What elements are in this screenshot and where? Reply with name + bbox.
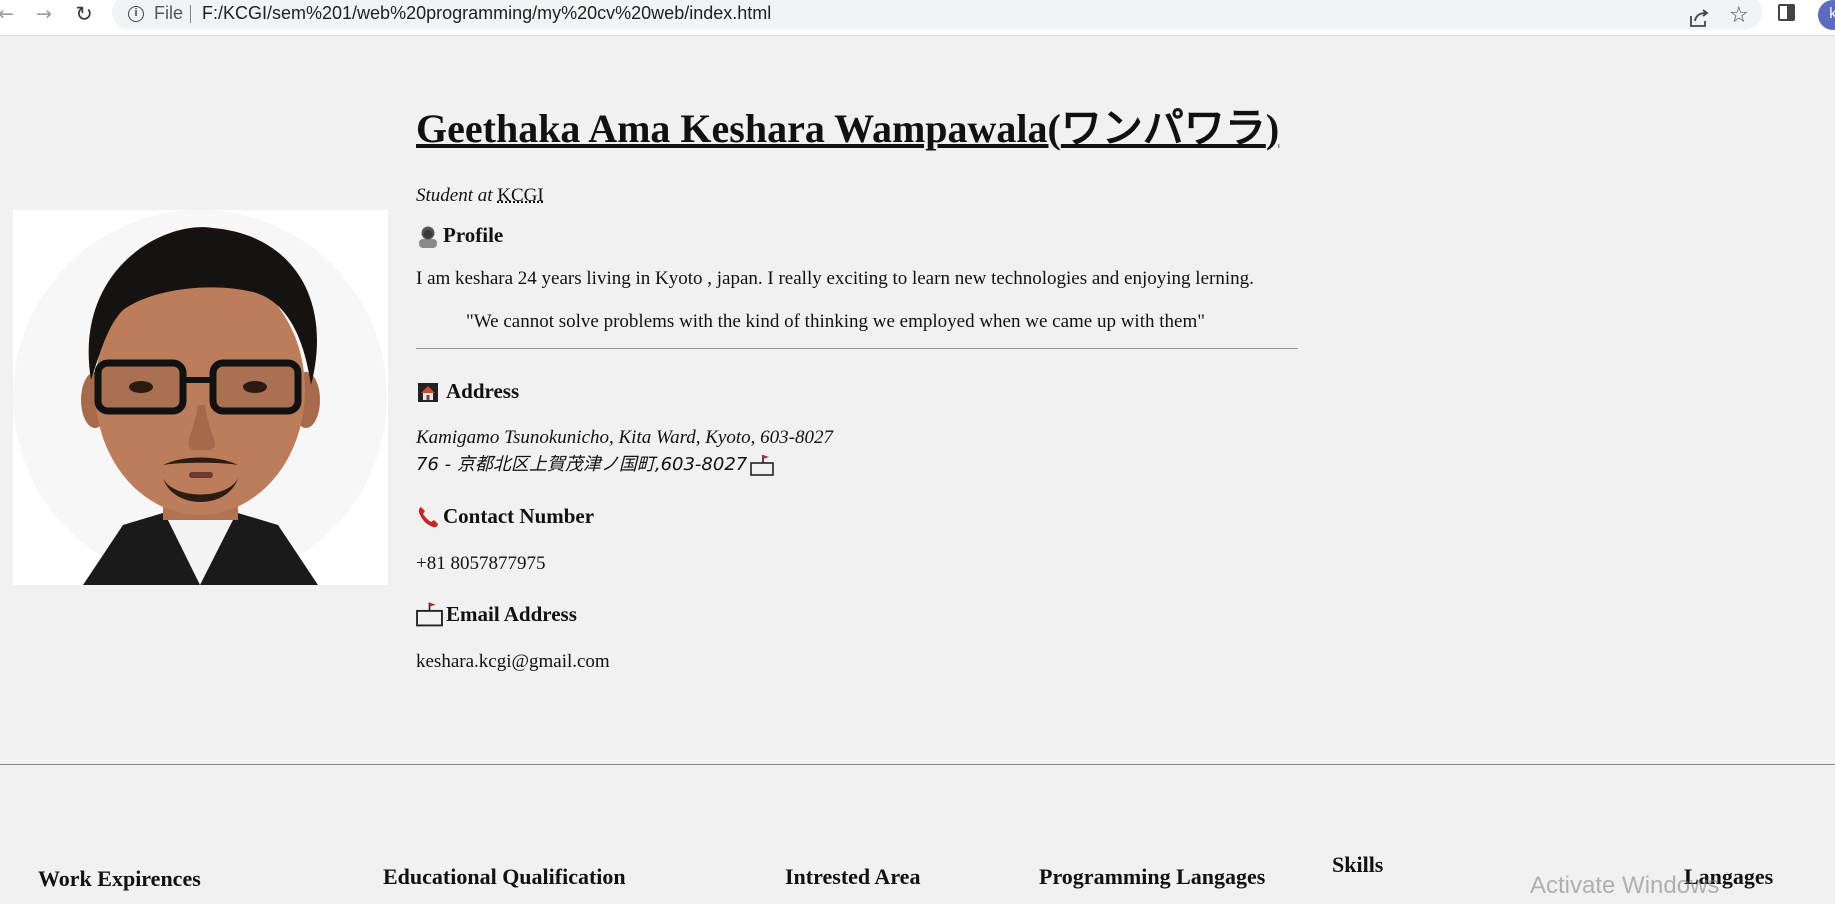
house-icon (418, 382, 438, 402)
email-heading: Email Address (416, 601, 1301, 627)
profile-avatar[interactable]: k (1818, 0, 1835, 30)
page-title: Geethaka Ama Keshara Wampawala(ワンパワラ) (416, 98, 1301, 159)
address-bar[interactable]: i File F:/KCGI/sem%201/web%20programming… (112, 0, 1762, 30)
address-line-english: Kamigamo Tsunokunicho, Kita Ward, Kyoto,… (416, 427, 833, 448)
subtitle-prefix: Student at (416, 185, 498, 206)
address-heading: Address (416, 379, 1301, 404)
side-panel-icon[interactable] (1778, 4, 1795, 21)
skills-heading: Skills (1332, 852, 1384, 877)
address-line-japanese: 76 - 京都北区上賀茂津ノ国町,603-8027 (416, 454, 748, 475)
activate-windows-watermark: Activate Windows (1530, 872, 1720, 899)
contact-heading: Contact Number (416, 504, 1301, 529)
person-icon (419, 226, 437, 248)
email-address[interactable]: keshara.kcgi@gmail.com (416, 651, 1301, 673)
name-japanese-text: ワンパワラ (1060, 104, 1266, 152)
name-text: Geethaka Ama Keshara Wampawala( (416, 106, 1061, 151)
reload-icon[interactable]: ↻ (70, 0, 98, 28)
address-block: Kamigamo Tsunokunicho, Kita Ward, Kyoto,… (416, 424, 1301, 478)
work-experience-heading: Work Expirences (38, 866, 201, 891)
main-content: Geethaka Ama Keshara Wampawala(ワンパワラ) St… (416, 98, 1301, 673)
url-text[interactable]: F:/KCGI/sem%201/web%20programming/my%20c… (202, 3, 771, 24)
programming-languages-heading: Programming Langages (1039, 864, 1266, 889)
telephone-icon (418, 506, 438, 527)
interested-area-heading: Intrested Area (785, 864, 921, 889)
footer-divider (0, 764, 1835, 765)
info-icon[interactable]: i (128, 6, 144, 22)
share-icon[interactable] (1688, 8, 1710, 28)
mailbox-icon (416, 602, 443, 627)
address-heading-label: Address (446, 379, 520, 403)
profile-heading: Profile (416, 223, 1301, 248)
education-heading: Educational Qualification (383, 864, 626, 889)
mailbox-icon (750, 454, 775, 476)
site-info-label: File (154, 3, 184, 23)
profile-text: I am keshara 24 years living in Kyoto , … (416, 268, 1254, 289)
email-heading-label: Email Address (446, 601, 577, 626)
browser-toolbar: ← → ↻ i File F:/KCGI/sem%201/web%20progr… (0, 0, 1835, 36)
back-arrow-icon[interactable]: ← (0, 0, 20, 28)
subtitle: Student at KCGI (416, 185, 1301, 207)
kcgi-abbr[interactable]: KCGI (497, 185, 543, 206)
section-divider (416, 348, 1298, 349)
quote-text: "We cannot solve problems with the kind … (466, 311, 1205, 332)
address-separator (190, 5, 191, 23)
bookmark-star-icon[interactable]: ☆ (1729, 3, 1749, 28)
profile-heading-label: Profile (443, 223, 504, 247)
profile-photo (13, 210, 388, 585)
name-close-paren: ) (1265, 106, 1280, 151)
forward-arrow-icon[interactable]: → (30, 0, 58, 28)
contact-heading-label: Contact Number (443, 504, 595, 528)
phone-number: +81 8057877975 (416, 553, 546, 574)
